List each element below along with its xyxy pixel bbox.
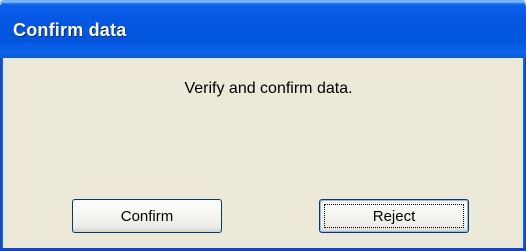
dialog-message: Verify and confirm data. — [184, 80, 353, 97]
confirm-button-label: Confirm — [120, 207, 174, 225]
confirm-button[interactable]: Confirm — [72, 199, 222, 233]
window-title: Confirm data — [13, 20, 127, 40]
dialog-window: Confirm data Verify and confirm data. Co… — [0, 0, 526, 251]
title-bar[interactable]: Confirm data — [0, 0, 526, 58]
reject-button[interactable]: Reject — [319, 199, 469, 233]
dialog-client-area: Verify and confirm data. Confirm Reject — [3, 58, 523, 248]
reject-button-label: Reject — [372, 207, 416, 225]
title-bar-highlight — [0, 0, 526, 3]
